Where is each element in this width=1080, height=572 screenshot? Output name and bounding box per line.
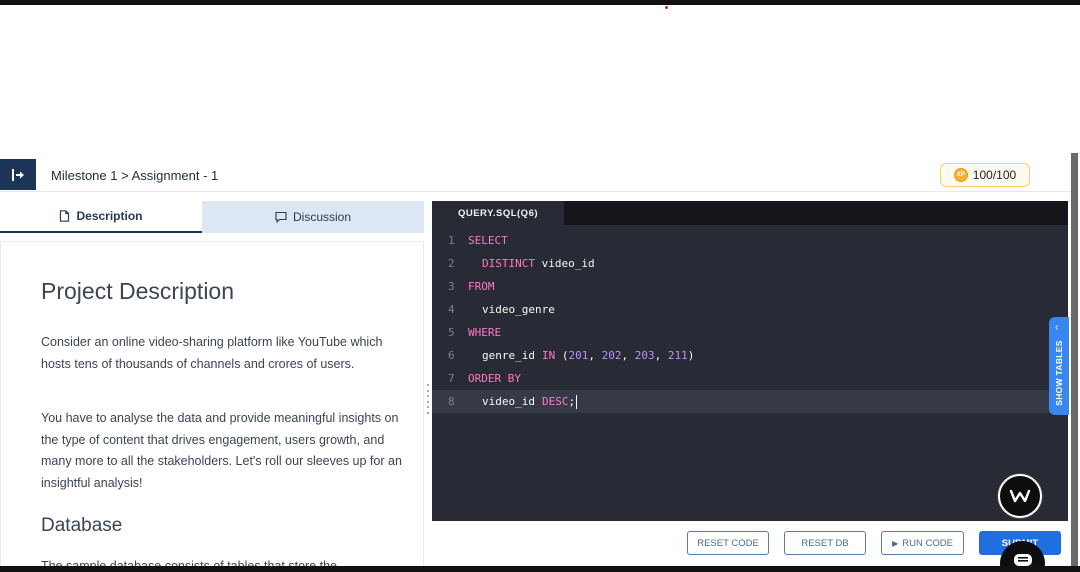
sql-number: 201 [568, 349, 589, 362]
tab-description-label: Description [76, 209, 143, 223]
line-number: 2 [448, 257, 455, 270]
sql-identifier: video_id [534, 257, 595, 270]
line-number: 3 [448, 280, 455, 293]
status-dot [665, 6, 668, 9]
code-area[interactable]: 1 SELECT 2 DISTINCT video_id 3 FROM 4 vi… [432, 229, 1068, 413]
code-line: 5 WHERE [432, 321, 1068, 344]
tab-discussion[interactable]: Discussion [202, 201, 424, 233]
code-editor[interactable]: QUERY.SQL(Q6) 1 SELECT 2 DISTINCT video_… [432, 201, 1068, 521]
run-code-label: RUN CODE [902, 537, 953, 549]
paragraph-task: You have to analyse the data and provide… [41, 411, 402, 490]
bottom-system-band [0, 566, 1080, 572]
w-mark-icon [1009, 489, 1031, 503]
w-logo-icon[interactable] [998, 474, 1042, 518]
top-system-band [0, 0, 1080, 5]
sql-keyword: WHERE [468, 326, 502, 339]
line-number: 5 [448, 326, 455, 339]
show-tables-label: SHOW TABLES [1054, 340, 1064, 406]
sql-keyword: FROM [468, 280, 495, 293]
sql-keyword: DISTINCT [482, 257, 535, 270]
chat-icon [1013, 554, 1032, 566]
sql-number: 211 [667, 349, 688, 362]
coin-icon: XP [953, 168, 968, 182]
editor-tab-query[interactable]: QUERY.SQL(Q6) [432, 201, 564, 225]
sql-keyword: SELECT [468, 234, 508, 247]
breadcrumb[interactable]: Milestone 1 > Assignment - 1 [51, 168, 218, 183]
code-line: 7 ORDER BY [432, 367, 1068, 390]
chat-bubble-icon [275, 211, 287, 223]
description-panel: Description Discussion Project Descripti… [0, 201, 424, 566]
sql-number: 202 [601, 349, 622, 362]
reset-code-button[interactable]: RESET CODE [687, 531, 769, 555]
paragraph-database: The sample database consists of tables t… [41, 559, 338, 566]
sidebar-toggle-button[interactable] [0, 159, 36, 190]
app-window: Milestone 1 > Assignment - 1 XP 100/100 … [0, 159, 1072, 566]
reset-db-button[interactable]: RESET DB [784, 531, 866, 555]
line-number: 8 [448, 395, 455, 408]
sql-keyword: ORDER BY [468, 372, 521, 385]
document-icon [60, 210, 70, 222]
action-bar: RESET CODE RESET DB ▶ RUN CODE SUBMIT [432, 521, 1072, 566]
description-content[interactable]: Project Description Consider an online v… [0, 241, 424, 566]
code-line: 4 video_genre [432, 298, 1068, 321]
sidebar-expand-icon [12, 168, 24, 181]
page-title: Project Description [41, 278, 235, 304]
score-badge: XP 100/100 [940, 163, 1030, 187]
header-bar: Milestone 1 > Assignment - 1 XP 100/100 [0, 159, 1072, 192]
code-line: 1 SELECT [432, 229, 1068, 252]
tab-description[interactable]: Description [0, 201, 202, 233]
score-value: 100/100 [972, 168, 1017, 182]
line-number: 4 [448, 303, 455, 316]
section-title-database: Database [41, 515, 123, 536]
code-line: 3 FROM [432, 275, 1068, 298]
sql-identifier: video_genre [482, 303, 555, 316]
sql-punctuation: ; [568, 395, 576, 408]
sql-keyword: DESC [541, 395, 569, 408]
chevron-left-icon: ‹ [1055, 322, 1059, 333]
window-scrollbar[interactable] [1071, 153, 1078, 566]
line-number: 7 [448, 372, 455, 385]
run-code-button[interactable]: ▶ RUN CODE [881, 531, 964, 555]
code-line-active: 8 video_id DESC; [432, 390, 1068, 413]
sql-identifier: genre_id [482, 349, 535, 362]
sql-number: 203 [634, 349, 655, 362]
line-number: 1 [448, 234, 455, 247]
show-tables-toggle[interactable]: ‹ SHOW TABLES [1049, 317, 1069, 415]
line-number: 6 [448, 349, 455, 362]
sql-keyword: IN [541, 349, 556, 362]
code-line: 2 DISTINCT video_id [432, 252, 1068, 275]
code-line: 6 genre_id IN (201, 202, 203, 211) [432, 344, 1068, 367]
panel-resize-handle[interactable] [425, 384, 431, 414]
play-icon: ▶ [892, 538, 899, 548]
editor-tab-bar: QUERY.SQL(Q6) [432, 201, 1068, 225]
text-cursor [576, 394, 578, 409]
sql-identifier: video_id [482, 395, 535, 408]
tab-discussion-label: Discussion [292, 210, 352, 224]
paragraph-intro: Consider an online video-sharing platfor… [41, 335, 383, 371]
